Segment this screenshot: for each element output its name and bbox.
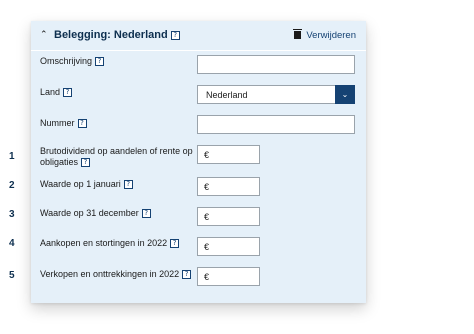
nummer-label: Nummer?	[40, 118, 87, 129]
brutodividend-label: Brutodividend op aandelen of rente op obl…	[40, 146, 193, 168]
chevron-up-icon[interactable]: ⌃	[40, 30, 50, 40]
omschrijving-label: Omschrijving?	[40, 56, 105, 67]
waarde-begin-input[interactable]: €	[197, 177, 260, 196]
step-number-2: 2	[9, 180, 15, 191]
waarde-eind-input[interactable]: €	[197, 207, 260, 226]
remove-label: Verwijderen	[306, 30, 356, 41]
land-label: Land?	[40, 87, 73, 98]
step-number-4: 4	[9, 238, 15, 249]
help-icon[interactable]: ?	[170, 239, 180, 249]
euro-sign: €	[204, 272, 210, 282]
section-title: Belegging: Nederland?	[54, 29, 180, 41]
verkopen-label: Verkopen en onttrekkingen in 2022?	[40, 269, 192, 280]
help-icon[interactable]: ?	[123, 180, 133, 190]
verkopen-input[interactable]: €	[197, 267, 260, 286]
investment-section-card: ⌃ Belegging: Nederland? Verwijderen Omsc…	[31, 21, 366, 303]
land-select[interactable]: Nederland ⌄	[197, 85, 355, 104]
euro-sign: €	[204, 182, 210, 192]
aankopen-label: Aankopen en stortingen in 2022?	[40, 238, 180, 249]
help-icon[interactable]: ?	[63, 88, 73, 98]
help-icon[interactable]: ?	[141, 209, 151, 219]
help-icon[interactable]: ?	[77, 119, 87, 129]
help-icon[interactable]: ?	[182, 270, 192, 280]
euro-sign: €	[204, 212, 210, 222]
help-icon[interactable]: ?	[170, 30, 180, 40]
help-icon[interactable]: ?	[81, 158, 91, 168]
waarde-begin-label: Waarde op 1 januari?	[40, 179, 133, 190]
section-header: ⌃ Belegging: Nederland? Verwijderen	[31, 21, 366, 51]
step-number-5: 5	[9, 270, 15, 281]
euro-sign: €	[204, 242, 210, 252]
brutodividend-input[interactable]: €	[197, 145, 260, 164]
remove-button[interactable]: Verwijderen	[293, 29, 356, 41]
euro-sign: €	[204, 150, 210, 160]
nummer-input[interactable]	[197, 115, 355, 134]
step-number-1: 1	[9, 151, 15, 162]
waarde-eind-label: Waarde op 31 december?	[40, 208, 151, 219]
help-icon[interactable]: ?	[95, 57, 105, 67]
land-select-value: Nederland	[206, 90, 248, 100]
chevron-down-icon[interactable]: ⌄	[335, 85, 355, 104]
step-number-3: 3	[9, 209, 15, 220]
trash-icon	[293, 29, 303, 39]
omschrijving-input[interactable]	[197, 55, 355, 74]
aankopen-input[interactable]: €	[197, 237, 260, 256]
